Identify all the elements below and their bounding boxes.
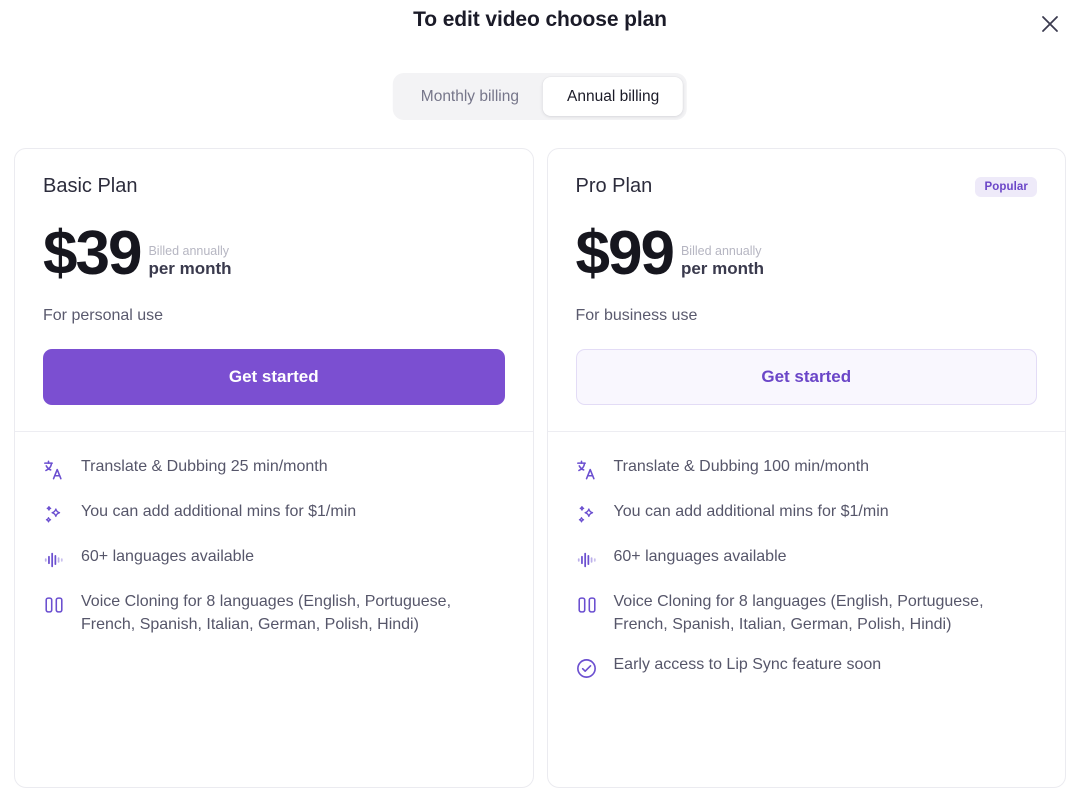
list-item: Translate & Dubbing 25 min/month <box>41 456 507 483</box>
list-item: You can add additional mins for $1/min <box>41 501 507 528</box>
close-icon <box>1038 12 1062 36</box>
billing-period: per month <box>681 259 764 279</box>
plan-card-pro: Pro Plan Popular $99 Billed annually per… <box>547 148 1067 788</box>
plan-use-note: For personal use <box>43 307 505 325</box>
billed-note: Billed annually <box>148 244 231 258</box>
waveform-icon <box>41 547 67 573</box>
price-amount: $39 <box>43 225 140 282</box>
voice-cloning-icon <box>574 592 600 618</box>
plan-name: Basic Plan <box>43 175 138 198</box>
feature-text: 60+ languages available <box>81 546 254 569</box>
plan-summary: Pro Plan Popular $99 Billed annually per… <box>548 149 1066 431</box>
price-meta: Billed annually per month <box>148 244 231 282</box>
billing-period-toggle[interactable]: Monthly billing Annual billing <box>393 73 687 120</box>
sparkles-icon <box>574 502 600 528</box>
feature-list: Translate & Dubbing 100 min/month You ca… <box>548 432 1066 711</box>
list-item: Translate & Dubbing 100 min/month <box>574 456 1040 483</box>
plan-card-basic: Basic Plan $39 Billed annually per month… <box>14 148 534 788</box>
list-item: 60+ languages available <box>574 546 1040 573</box>
feature-text: Early access to Lip Sync feature soon <box>614 654 882 677</box>
list-item: Voice Cloning for 8 languages (English, … <box>41 591 507 636</box>
price-row: $39 Billed annually per month <box>43 220 505 282</box>
pricing-modal: To edit video choose plan Monthly billin… <box>0 0 1080 798</box>
get-started-button-basic[interactable]: Get started <box>43 349 505 405</box>
feature-text: Voice Cloning for 8 languages (English, … <box>614 591 1034 636</box>
feature-text: 60+ languages available <box>614 546 787 569</box>
translate-icon <box>41 457 67 483</box>
get-started-button-pro[interactable]: Get started <box>576 349 1038 405</box>
list-item: Voice Cloning for 8 languages (English, … <box>574 591 1040 636</box>
plan-header: Pro Plan Popular <box>576 175 1038 198</box>
price-meta: Billed annually per month <box>681 244 764 282</box>
voice-cloning-icon <box>41 592 67 618</box>
list-item: 60+ languages available <box>41 546 507 573</box>
billed-note: Billed annually <box>681 244 764 258</box>
feature-text: Translate & Dubbing 100 min/month <box>614 456 870 479</box>
translate-icon <box>574 457 600 483</box>
plan-name: Pro Plan <box>576 175 653 198</box>
plan-summary: Basic Plan $39 Billed annually per month… <box>15 149 533 431</box>
toggle-annual-billing[interactable]: Annual billing <box>543 77 683 116</box>
plan-header: Basic Plan <box>43 175 505 198</box>
page-title: To edit video choose plan <box>0 8 1080 32</box>
feature-list: Translate & Dubbing 25 min/month You can… <box>15 432 533 666</box>
waveform-icon <box>574 547 600 573</box>
plan-use-note: For business use <box>576 307 1038 325</box>
status-badge: Popular <box>975 177 1037 197</box>
price-amount: $99 <box>576 225 673 282</box>
toggle-monthly-billing[interactable]: Monthly billing <box>397 77 543 116</box>
feature-text: You can add additional mins for $1/min <box>614 501 889 524</box>
plan-cards: Basic Plan $39 Billed annually per month… <box>14 148 1066 788</box>
list-item: Early access to Lip Sync feature soon <box>574 654 1040 681</box>
billing-period: per month <box>148 259 231 279</box>
list-item: You can add additional mins for $1/min <box>574 501 1040 528</box>
close-button[interactable] <box>1034 8 1066 40</box>
feature-text: Voice Cloning for 8 languages (English, … <box>81 591 501 636</box>
price-row: $99 Billed annually per month <box>576 220 1038 282</box>
feature-text: You can add additional mins for $1/min <box>81 501 356 524</box>
sparkles-icon <box>41 502 67 528</box>
check-circle-icon <box>574 655 600 681</box>
feature-text: Translate & Dubbing 25 min/month <box>81 456 328 479</box>
